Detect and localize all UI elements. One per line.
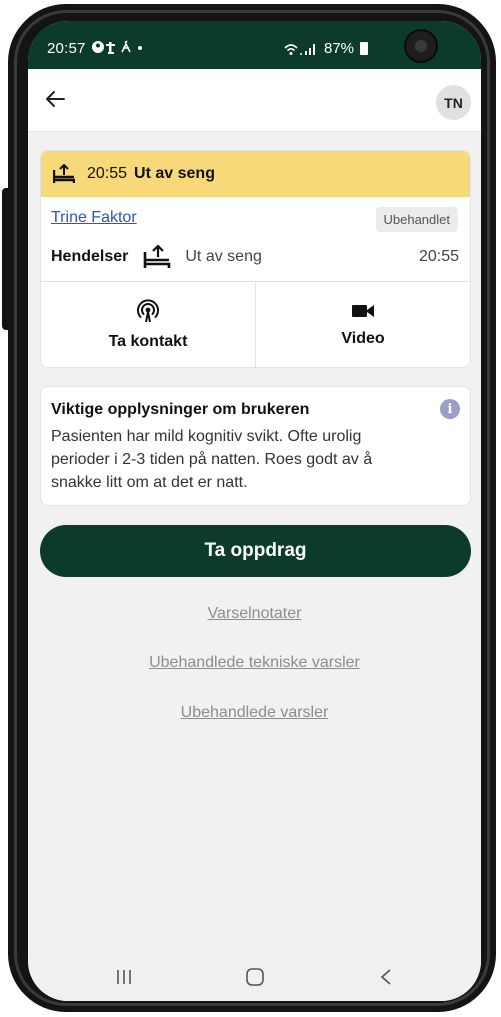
arrow-left-icon (46, 91, 65, 107)
take-assignment-button[interactable]: Ta oppdrag (40, 525, 471, 577)
out-of-bed-icon (144, 245, 171, 268)
phone-screen: 20:57 87% TN 20:55 Ut av seng Trine Fakt… (28, 21, 481, 1001)
android-nav-bar (28, 953, 481, 1001)
status-time: 20:57 (47, 40, 86, 57)
action-row: Ta kontakt Video (41, 281, 470, 367)
video-button[interactable]: Video (255, 282, 470, 367)
video-label: Video (341, 330, 385, 347)
back-button[interactable] (38, 82, 72, 116)
alert-notes-link[interactable]: Varselnotater (28, 605, 481, 623)
notification-icons (92, 40, 162, 57)
out-of-bed-icon (53, 164, 75, 183)
unhandled-alerts-link[interactable]: Ubehandlede varsler (28, 704, 481, 722)
info-title: Viktige opplysninger om brukeren (51, 401, 310, 418)
contact-label: Ta kontakt (108, 333, 188, 350)
event-text: Ut av seng (185, 248, 262, 265)
home-button[interactable] (235, 957, 275, 997)
status-bar: 20:57 87% (28, 21, 481, 69)
wifi-signal-icon (284, 43, 315, 55)
battery-percent: 87% (324, 40, 355, 57)
recents-icon (116, 970, 131, 984)
recents-button[interactable] (104, 957, 144, 997)
events-label: Hendelser (51, 248, 129, 265)
avatar[interactable]: TN (436, 85, 471, 120)
contact-button[interactable]: Ta kontakt (41, 282, 255, 367)
event-time: 20:55 (418, 248, 459, 265)
alarm-time: 20:55 (87, 165, 128, 182)
info-icon[interactable]: i (440, 399, 460, 419)
info-text: Pasienten har mild kognitiv svikt. Ofte … (51, 428, 373, 491)
unhandled-technical-alerts-link[interactable]: Ubehandlede tekniske varsler (28, 654, 481, 672)
alarm-header: 20:55 Ut av seng (41, 151, 470, 197)
front-camera (404, 29, 438, 63)
broadcast-icon (137, 299, 159, 323)
alarm-title: Ut av seng (134, 165, 215, 182)
status-badge: Ubehandlet (375, 207, 458, 232)
nav-back-button[interactable] (366, 957, 406, 997)
app-header: TN (28, 69, 481, 132)
video-camera-icon (352, 305, 374, 317)
nav-back-icon (380, 969, 391, 985)
battery-icon (360, 42, 369, 55)
notification-icon-group (92, 40, 142, 54)
patient-name-link[interactable]: Trine Faktor (51, 209, 137, 227)
important-info-card: Viktige opplysninger om brukeren i Pasie… (40, 386, 471, 506)
events-row: Hendelser Ut av seng 20:55 (51, 244, 459, 270)
alarm-card: 20:55 Ut av seng Trine Faktor Ubehandlet… (40, 150, 471, 368)
home-icon (245, 968, 264, 986)
status-right: 87% (284, 40, 369, 57)
